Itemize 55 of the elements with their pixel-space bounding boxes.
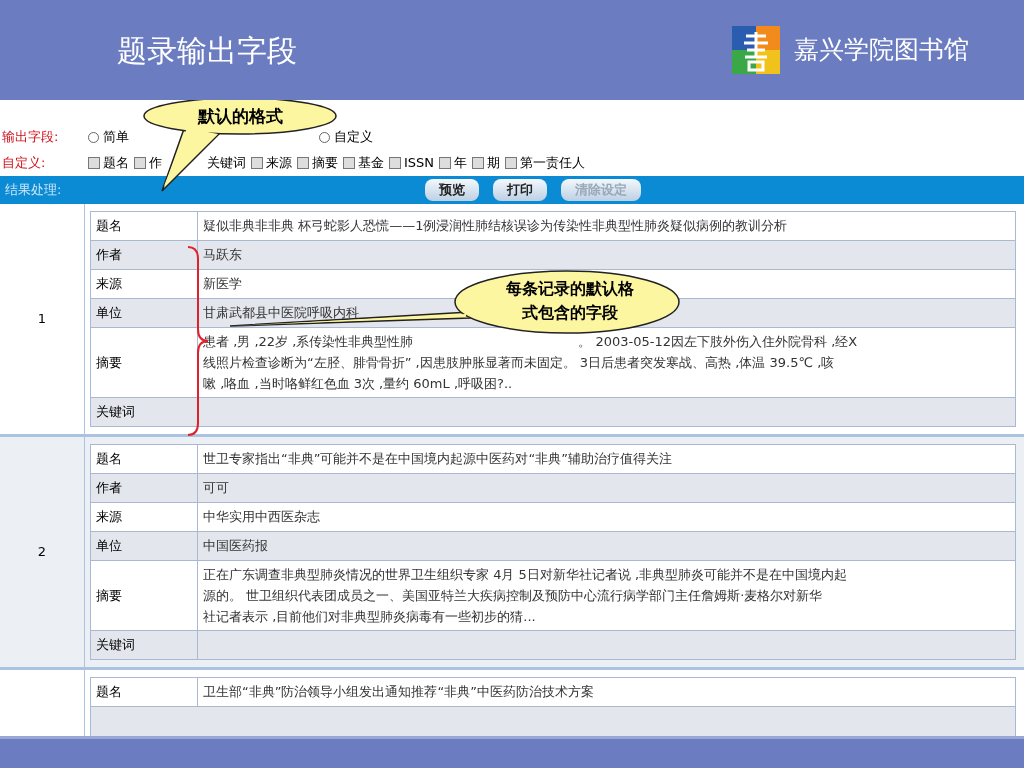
field-value: 中国医药报 [203,537,268,556]
abstract-text: 患者 ,男 ,22岁 ,系传染性非典型性肺 。 2003-05-12因左下肢外伤入住外院骨科 ,经X 线照片检查诊断为“左胫、腓骨骨折” ,因患肢肿胀显著而未固定。 3日后患者突发寒战、高热 ,体温 39.5℃ ,咳 嗽 ,咯血 ,当时咯鲜红色血 3次 ,量约 60mL ,呼吸困?.. [203,333,858,393]
toolbar-button[interactable]: 预览 [425,179,479,201]
checkbox-label: 题名 [103,154,129,173]
checkbox-label: ISSN [404,154,435,173]
field-value: 中华实用中西医杂志 [203,508,320,527]
custom-label: 自定义: [2,154,47,173]
field-label: 关键词 [91,631,198,659]
field-value: 可可 [203,479,229,498]
checkbox[interactable] [297,157,309,169]
record-number: 1 [37,310,47,329]
checkbox[interactable] [389,157,401,169]
radio-button[interactable] [88,131,99,143]
field-label: 摘要 [91,561,198,630]
slide-title: 题录输出字段 [117,32,297,69]
field-label: 作者 [91,474,198,502]
checkbox-label: 第一责任人 [520,154,586,173]
field-value: 马跃东 [203,246,242,265]
checkbox-label: 关键词 [207,154,246,173]
checkbox-label: 摘要 [312,154,338,173]
checkbox-label: 年 [454,154,468,173]
output-fields-label: 输出字段: [2,128,60,147]
checkbox[interactable] [472,157,485,169]
callout-text: 每条记录的默认格 式包含的字段 [506,278,634,324]
checkbox-label: 来源 [266,154,292,173]
checkbox[interactable] [439,157,452,169]
radio-button[interactable] [319,131,330,143]
checkbox[interactable] [343,157,355,169]
checkbox[interactable] [134,157,146,169]
field-label: 关键词 [91,398,198,426]
checkbox[interactable] [88,157,100,169]
callout-text: 默认的格式 [197,105,283,128]
toolbar-button[interactable]: 打印 [493,179,547,201]
field-value: 卫生部“非典”防治领导小组发出通知推荐“非典”中医药防治技术方案 [203,683,594,702]
field-label: 单位 [91,532,198,560]
radio-label: 简单 [103,128,129,147]
record-number: 2 [37,543,47,562]
checkbox[interactable] [251,157,263,169]
library-name: 嘉兴学院图书馆 [794,35,969,66]
field-label: 题名 [91,445,198,473]
field-value: 疑似非典非非典 杯弓蛇影人恐慌——1例浸润性肺结核误诊为传染性非典型性肺炎疑似病例的教训分析 [203,217,788,236]
logo-icon [732,26,780,74]
radio-label: 自定义 [334,128,373,147]
checkbox-label: 基金 [358,154,384,173]
toolbar-label: 结果处理: [5,181,63,200]
abstract-text: 正在广东调查非典型肺炎情况的世界卫生组织专家 4月 5日对新华社记者说 ,非典型肺炎可能并不是在中国境内起 源的。 世卫组织代表团成员之一、美国亚特兰大疾病控制及预防中心流行病学部门主任詹姆斯·麦格尔对新华 社记者表示 ,目前他们对非典型肺炎病毒有一些初步的猜... [203,566,848,626]
field-label: 单位 [91,299,198,327]
field-value: 世卫专家指出“非典”可能并不是在中国境内起源中医药对“非典”辅助治疗值得关注 [203,450,672,469]
field-label: 来源 [91,503,198,531]
checkbox[interactable] [505,157,518,169]
field-value: 甘肃武都县中医院呼吸内科 [203,304,359,323]
field-value: 新医学 [203,275,242,294]
checkbox-label: 期 [487,154,501,173]
field-label: 作者 [91,241,198,269]
checkbox-label: 作 [149,154,162,173]
